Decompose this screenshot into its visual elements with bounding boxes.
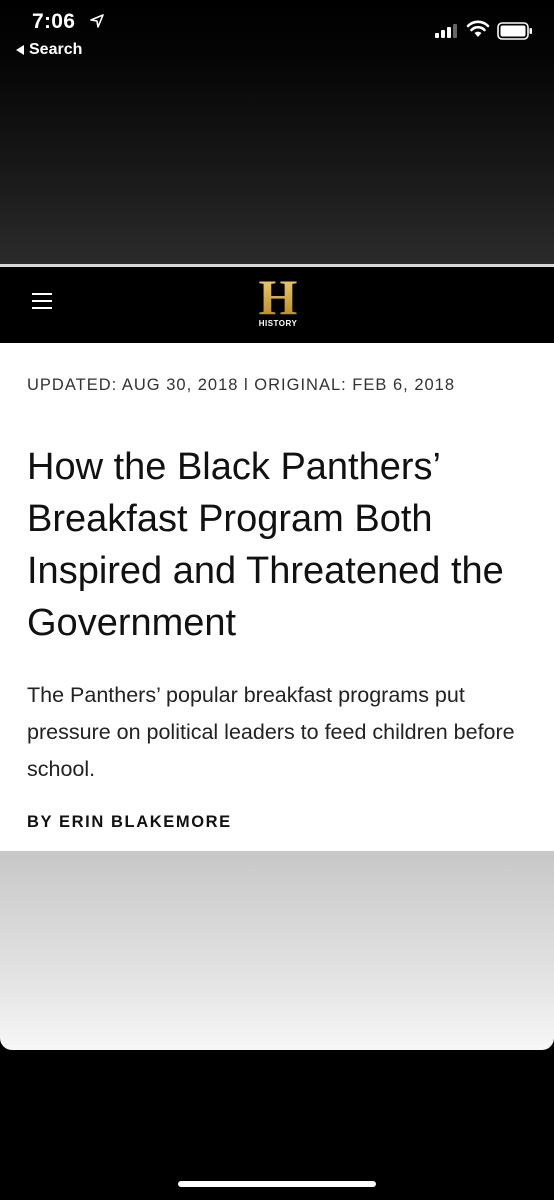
logo-wordmark: HISTORY <box>258 319 298 328</box>
site-header: H HISTORY <box>0 267 554 343</box>
article-header: UPDATED: AUG 30, 2018 l ORIGINAL: FEB 6,… <box>0 343 554 851</box>
hero-image-placeholder <box>0 851 554 1050</box>
back-label: Search <box>29 41 83 58</box>
cellular-signal-icon <box>435 24 457 38</box>
back-to-search-link[interactable]: Search <box>16 41 82 59</box>
history-logo[interactable]: H HISTORY <box>250 272 306 335</box>
article-dateline: UPDATED: AUG 30, 2018 l ORIGINAL: FEB 6,… <box>27 376 456 394</box>
article-byline[interactable]: BY ERIN BLAKEMORE <box>27 813 232 832</box>
status-time: 7:06 <box>32 10 76 33</box>
hamburger-menu-icon[interactable] <box>32 293 52 311</box>
status-bar-area: 7:06 Search <box>0 0 554 264</box>
home-indicator[interactable] <box>178 1181 376 1187</box>
back-arrow-icon <box>16 45 24 55</box>
article-dek: The Panthers’ popular breakfast programs… <box>27 683 515 781</box>
wifi-icon <box>466 20 490 37</box>
location-arrow-icon <box>90 14 104 28</box>
logo-letter: H <box>250 272 306 322</box>
article-headline: How the Black Panthers’ Breakfast Progra… <box>27 446 504 644</box>
battery-icon <box>497 22 532 40</box>
